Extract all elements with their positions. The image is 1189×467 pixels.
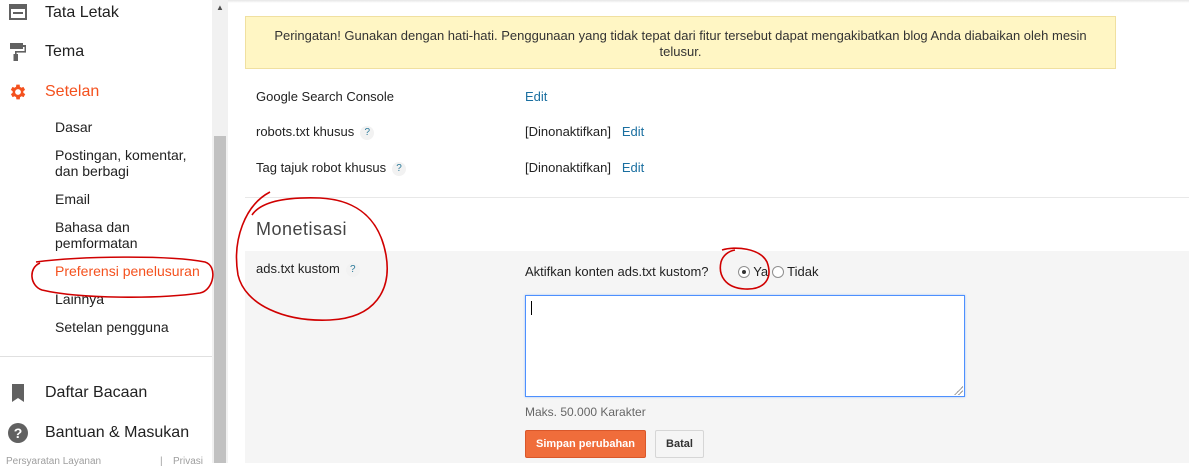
radio-ya-label[interactable]: Ya bbox=[753, 264, 768, 279]
sub-item-postingan[interactable]: Postingan, komentar, bbox=[55, 147, 187, 163]
ads-txt-textarea[interactable] bbox=[525, 295, 965, 397]
paint-roller-icon bbox=[8, 42, 28, 62]
warning-banner: Peringatan! Gunakan dengan hati-hati. Pe… bbox=[245, 16, 1116, 69]
sub-item-setelan-pengguna[interactable]: Setelan pengguna bbox=[55, 319, 169, 335]
scroll-thumb[interactable] bbox=[214, 136, 226, 463]
help-icon[interactable]: ? bbox=[392, 161, 407, 176]
status-text: [Dinonaktifkan] bbox=[525, 160, 611, 175]
resize-grip-icon[interactable] bbox=[953, 385, 963, 395]
sidebar-scrollbar[interactable]: ▲ bbox=[212, 0, 228, 463]
save-button[interactable]: Simpan perubahan bbox=[525, 430, 646, 458]
nav-label: Bantuan & Masukan bbox=[45, 424, 190, 441]
sub-item-dasar[interactable]: Dasar bbox=[55, 119, 92, 135]
row-label-google-search-console: Google Search Console bbox=[256, 89, 394, 104]
sidebar-divider bbox=[0, 356, 212, 357]
help-circle-icon: ? bbox=[8, 423, 28, 443]
section-divider bbox=[245, 197, 1189, 198]
row-label-text: ads.txt kustom bbox=[256, 261, 340, 276]
edit-link[interactable]: Edit bbox=[622, 124, 644, 139]
privacy-link[interactable]: Privasi bbox=[173, 456, 203, 467]
row-value-google-search-console: Edit bbox=[525, 89, 547, 104]
top-shadow bbox=[228, 0, 1189, 3]
sub-item-lainnya[interactable]: Lainnya bbox=[55, 291, 104, 307]
sub-item-preferensi-penelusuran[interactable]: Preferensi penelusuran bbox=[55, 263, 200, 279]
sub-item-bahasa[interactable]: Bahasa dan bbox=[55, 219, 130, 235]
edit-link[interactable]: Edit bbox=[622, 160, 644, 175]
bookmark-icon bbox=[8, 383, 28, 403]
edit-link[interactable]: Edit bbox=[525, 89, 547, 104]
svg-text:?: ? bbox=[14, 425, 23, 441]
ads-txt-question: Aktifkan konten ads.txt kustom? bbox=[525, 264, 709, 279]
row-label-ads-txt: ads.txt kustom? bbox=[256, 261, 360, 277]
section-title: Monetisasi bbox=[256, 219, 348, 239]
footer-separator: | bbox=[160, 456, 163, 467]
sub-item-postingan-cont[interactable]: dan berbagi bbox=[55, 163, 129, 179]
radio-ya[interactable] bbox=[737, 266, 750, 278]
help-icon[interactable]: ? bbox=[360, 125, 375, 140]
max-characters-note: Maks. 50.000 Karakter bbox=[525, 405, 646, 419]
nav-label: Daftar Bacaan bbox=[45, 384, 148, 401]
gear-icon bbox=[8, 82, 28, 102]
nav-label: Tema bbox=[45, 43, 85, 60]
row-label-text: Tag tajuk robot khusus bbox=[256, 160, 387, 175]
sub-item-email[interactable]: Email bbox=[55, 191, 90, 207]
ads-txt-radio-group: Aktifkan konten ads.txt kustom? Ya Tidak bbox=[525, 264, 818, 279]
help-icon[interactable]: ? bbox=[345, 262, 360, 277]
layout-icon bbox=[8, 2, 28, 22]
text-caret bbox=[531, 301, 532, 315]
row-value-robot-header-tags: [Dinonaktifkan] Edit bbox=[525, 160, 644, 175]
sub-item-bahasa-cont[interactable]: pemformatan bbox=[55, 235, 137, 251]
row-label-robots-txt: robots.txt khusus? bbox=[256, 124, 375, 140]
row-label-robot-header-tags: Tag tajuk robot khusus? bbox=[256, 160, 407, 176]
sidebar: Tata Letak Tema Setelan Dasar Postingan,… bbox=[0, 0, 228, 467]
radio-tidak[interactable] bbox=[771, 266, 784, 278]
row-label-text: robots.txt khusus bbox=[256, 124, 355, 139]
row-value-robots-txt: [Dinonaktifkan] Edit bbox=[525, 124, 644, 139]
status-text: [Dinonaktifkan] bbox=[525, 124, 611, 139]
nav-label: Tata Letak bbox=[45, 4, 119, 21]
cancel-button[interactable]: Batal bbox=[655, 430, 704, 458]
radio-tidak-label[interactable]: Tidak bbox=[787, 264, 818, 279]
nav-label: Setelan bbox=[45, 83, 100, 100]
scroll-up-arrow-icon[interactable]: ▲ bbox=[212, 2, 228, 14]
terms-link[interactable]: Persyaratan Layanan bbox=[6, 456, 101, 467]
row-label-text: Google Search Console bbox=[256, 89, 395, 104]
